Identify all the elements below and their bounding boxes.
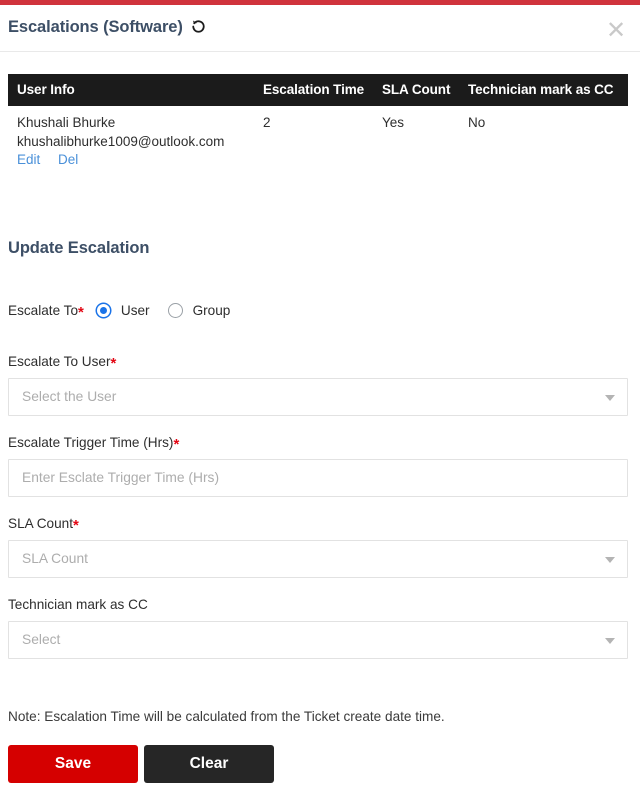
label-sla-count-text: SLA Count	[8, 516, 73, 531]
column-header-sla-count: SLA Count	[376, 74, 462, 106]
field-escalate-trigger-time: Escalate Trigger Time (Hrs)* Enter Escla…	[8, 435, 628, 497]
row-actions: Edit Del	[17, 152, 92, 167]
select-technician-mark-as-cc-value: Select	[22, 632, 61, 647]
select-escalate-to-user-value: Select the User	[22, 389, 117, 404]
user-email: khushalibhurke1009@outlook.com	[17, 133, 225, 149]
select-sla-count[interactable]: SLA Count	[8, 540, 628, 578]
label-escalate-to-user-text: Escalate To User	[8, 354, 111, 369]
clear-button[interactable]: Clear	[144, 745, 274, 783]
escalations-modal: Escalations (Software) ✕ User Info Escal…	[0, 0, 640, 806]
table-body: Khushali Bhurke khushalibhurke1009@outlo…	[8, 106, 628, 174]
cell-escalation-time: 2	[263, 115, 271, 130]
input-escalate-trigger-time[interactable]: Enter Esclate Trigger Time (Hrs)	[8, 459, 628, 497]
chevron-down-icon	[605, 557, 615, 563]
label-escalate-trigger-time: Escalate Trigger Time (Hrs)*	[8, 435, 628, 453]
label-escalate-to-text: Escalate To	[8, 302, 79, 318]
radio-escalate-to-group[interactable]	[167, 302, 183, 318]
delete-link[interactable]: Del	[58, 152, 78, 167]
required-asterisk: *	[173, 436, 180, 453]
label-escalate-to: Escalate To*	[8, 302, 84, 321]
update-escalation-form: Escalate To* User Group Escalate To User…	[8, 300, 628, 678]
select-sla-count-value: SLA Count	[22, 551, 88, 566]
page-title: Escalations (Software)	[8, 18, 206, 39]
field-technician-mark-as-cc: Technician mark as CC Select	[8, 597, 628, 659]
chevron-down-icon	[605, 638, 615, 644]
field-escalate-to-user: Escalate To User* Select the User	[8, 354, 628, 416]
select-escalate-to-user[interactable]: Select the User	[8, 378, 628, 416]
label-sla-count: SLA Count*	[8, 516, 628, 534]
label-technician-mark-as-cc-text: Technician mark as CC	[8, 597, 148, 612]
cell-user-info: Khushali Bhurke khushalibhurke1009@outlo…	[8, 106, 257, 174]
label-escalate-to-user: Escalate To User*	[8, 354, 628, 372]
required-asterisk: *	[110, 355, 117, 372]
chevron-down-icon	[605, 395, 615, 401]
column-header-user-info: User Info	[8, 74, 257, 106]
modal-header: Escalations (Software) ✕	[0, 5, 640, 52]
table-header-row: User Info Escalation Time SLA Count Tech…	[8, 74, 628, 106]
column-header-escalation-time: Escalation Time	[257, 74, 376, 106]
select-technician-mark-as-cc[interactable]: Select	[8, 621, 628, 659]
history-icon[interactable]	[191, 19, 206, 39]
radio-label-user[interactable]: User	[121, 303, 150, 318]
save-button[interactable]: Save	[8, 745, 138, 783]
table-row: Khushali Bhurke khushalibhurke1009@outlo…	[8, 106, 628, 174]
radio-label-group[interactable]: Group	[193, 303, 231, 318]
table-header: User Info Escalation Time SLA Count Tech…	[8, 74, 628, 106]
label-escalate-trigger-time-text: Escalate Trigger Time (Hrs)	[8, 435, 174, 450]
required-asterisk: *	[78, 303, 84, 321]
edit-link[interactable]: Edit	[17, 152, 40, 167]
form-actions: Save Clear	[8, 745, 274, 783]
field-sla-count: SLA Count* SLA Count	[8, 516, 628, 578]
radio-escalate-to-user[interactable]	[95, 302, 111, 318]
escalations-table: User Info Escalation Time SLA Count Tech…	[8, 74, 628, 174]
input-escalate-trigger-time-placeholder: Enter Esclate Trigger Time (Hrs)	[22, 470, 220, 485]
label-technician-mark-as-cc: Technician mark as CC	[8, 597, 628, 612]
user-name: Khushali Bhurke	[17, 115, 116, 130]
close-icon[interactable]: ✕	[604, 18, 628, 43]
cell-sla-count: Yes	[382, 115, 405, 130]
cell-technician-cc: No	[468, 115, 486, 130]
field-escalate-to: Escalate To* User Group	[8, 300, 628, 320]
column-header-technician-cc: Technician mark as CC	[462, 74, 628, 106]
required-asterisk: *	[73, 517, 79, 534]
section-title-update-escalation: Update Escalation	[8, 239, 150, 257]
form-note: Note: Escalation Time will be calculated…	[8, 709, 445, 724]
modal-title-text: Escalations (Software)	[8, 18, 183, 36]
